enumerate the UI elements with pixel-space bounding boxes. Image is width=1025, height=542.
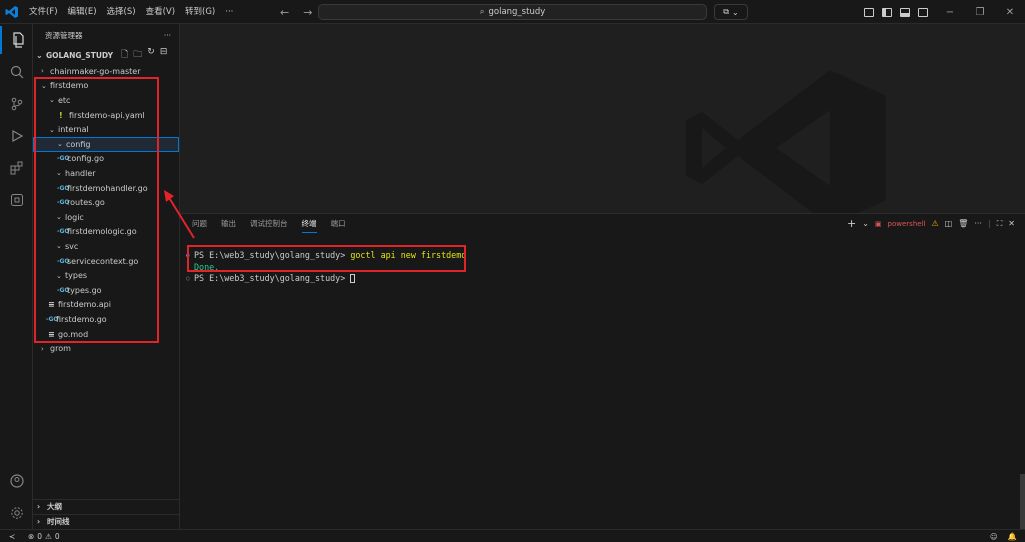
search-icon[interactable] <box>0 58 33 86</box>
copilot-button[interactable]: ⧉ ⌄ <box>714 4 748 20</box>
tree-label: grom <box>50 344 71 354</box>
close-panel-icon[interactable]: ✕ <box>1008 219 1015 228</box>
explorer-icon[interactable] <box>0 26 33 54</box>
refresh-icon[interactable]: ↻ <box>147 47 155 63</box>
copilot-icon: ⧉ <box>723 7 729 16</box>
terminal-cursor <box>350 274 356 284</box>
new-file-icon[interactable]: 🗋 <box>121 47 128 63</box>
tab-ports[interactable]: 端口 <box>331 218 346 233</box>
title-bar: 文件(F) 编辑(E) 选择(S) 查看(V) 转到(G) ··· ← → ⌕ … <box>0 0 1025 24</box>
vscode-watermark-icon <box>686 70 886 226</box>
nav-arrows: ← → <box>280 0 312 24</box>
split-terminal-icon[interactable]: ◫ <box>945 219 953 228</box>
source-control-icon[interactable] <box>0 90 33 118</box>
activity-bar <box>0 24 33 529</box>
shell-name[interactable]: powershell <box>888 220 926 228</box>
menu-view[interactable]: 查看(V) <box>141 0 180 24</box>
toggle-panel-icon[interactable] <box>900 7 910 17</box>
terminal-icon: ▣ <box>874 219 882 228</box>
tab-output[interactable]: 输出 <box>221 218 236 233</box>
workspace-row[interactable]: ⌄ GOLANG_STUDY 🗋 🗀 ↻ ⊟ <box>33 46 179 64</box>
restore-icon[interactable]: ❐ <box>965 7 995 18</box>
chevron-down-icon: ⌄ <box>36 50 43 60</box>
search-label: golang_study <box>488 7 546 17</box>
problems-indicator[interactable]: ⊗ 0 ⚠ 0 <box>28 532 60 541</box>
panel-actions: + ⌄ ▣ powershell ⚠ ◫ 🗑 ··· | ⛶ ✕ <box>847 217 1015 230</box>
tree-folder-grom[interactable]: › grom <box>33 341 179 356</box>
chevron-down-icon: ⌄ <box>732 7 739 17</box>
highlight-box-tree <box>34 77 159 343</box>
customize-layout-icon[interactable] <box>864 7 874 17</box>
divider: | <box>987 219 991 228</box>
minimize-icon[interactable]: − <box>935 7 965 18</box>
forward-arrow-icon[interactable]: → <box>303 6 312 19</box>
menu-bar: 文件(F) 编辑(E) 选择(S) 查看(V) 转到(G) ··· <box>24 0 238 24</box>
menu-more[interactable]: ··· <box>220 0 238 24</box>
warning-icon: ⚠ <box>45 531 52 541</box>
sidebar-header: 资源管理器 ··· <box>33 24 179 46</box>
status-right: ☺ 🔔 <box>990 530 1017 542</box>
panel-tabs: 问题 输出 调试控制台 终端 端口 <box>192 218 346 233</box>
menu-selection[interactable]: 选择(S) <box>102 0 141 24</box>
chevron-right-icon: › <box>37 517 41 526</box>
toggle-sidebar-icon[interactable] <box>882 7 892 17</box>
trash-icon[interactable]: 🗑 <box>958 219 968 228</box>
more-actions-icon[interactable]: ··· <box>164 31 171 40</box>
maximize-panel-icon[interactable]: ⛶ <box>997 219 1003 229</box>
timeline-label: 时间线 <box>47 517 70 526</box>
command-center-search[interactable]: ⌕ golang_study <box>318 4 707 20</box>
remote-explorer-icon[interactable] <box>0 186 33 214</box>
status-bar: ≺ ⊗ 0 ⚠ 0 ☺ 🔔 <box>0 529 1025 542</box>
toggle-secondary-sidebar-icon[interactable] <box>918 7 928 17</box>
search-icon: ⌕ <box>479 7 485 17</box>
command-decoration-icon: ○ <box>186 275 190 282</box>
close-icon[interactable]: ✕ <box>995 7 1025 18</box>
warning-count: 0 <box>54 531 60 541</box>
settings-gear-icon[interactable] <box>0 499 33 527</box>
extensions-icon[interactable] <box>0 154 33 182</box>
error-count: 0 <box>37 531 43 541</box>
prompt: PS E:\web3_study\golang_study> <box>194 273 351 283</box>
chevron-right-icon: › <box>41 67 44 76</box>
workspace-name: GOLANG_STUDY <box>46 50 114 60</box>
chevron-right-icon: › <box>37 502 41 511</box>
tree-label: chainmaker-go-master <box>50 66 141 76</box>
tab-terminal[interactable]: 终端 <box>301 218 317 233</box>
highlight-box-command <box>187 245 466 272</box>
scrollbar[interactable] <box>1020 474 1025 530</box>
annotation-arrow-icon <box>164 190 195 239</box>
remote-indicator-icon[interactable]: ≺ <box>0 532 24 541</box>
notifications-bell-icon[interactable]: 🔔 <box>1008 532 1017 541</box>
menu-file[interactable]: 文件(F) <box>24 0 63 24</box>
outline-section[interactable]: › 大纲 <box>33 499 179 513</box>
run-debug-icon[interactable] <box>0 122 33 150</box>
menu-edit[interactable]: 编辑(E) <box>63 0 102 24</box>
collapse-all-icon[interactable]: ⊟ <box>160 47 168 63</box>
terminal-line: ○ PS E:\web3_study\golang_study> <box>186 273 466 285</box>
chevron-right-icon: › <box>41 344 44 353</box>
window-controls: − ❐ ✕ <box>935 0 1025 24</box>
vscode-logo-icon <box>0 0 24 24</box>
timeline-section[interactable]: › 时间线 <box>33 514 179 528</box>
warning-icon[interactable]: ⚠ <box>931 219 938 228</box>
chevron-down-icon[interactable]: ⌄ <box>862 219 869 228</box>
new-folder-icon[interactable]: 🗀 <box>133 47 142 63</box>
editor-area <box>180 24 1025 226</box>
copilot-status-icon[interactable]: ☺ <box>990 532 998 541</box>
tab-debug-console[interactable]: 调试控制台 <box>250 218 288 233</box>
accounts-icon[interactable] <box>0 467 33 495</box>
menu-go[interactable]: 转到(G) <box>180 0 220 24</box>
outline-label: 大纲 <box>47 502 62 511</box>
add-terminal-icon[interactable]: + <box>847 217 856 230</box>
back-arrow-icon[interactable]: ← <box>280 6 289 19</box>
explorer-title: 资源管理器 <box>45 30 83 40</box>
error-icon: ⊗ <box>28 531 35 541</box>
layout-controls <box>864 0 928 24</box>
more-actions-icon[interactable]: ··· <box>974 219 982 228</box>
